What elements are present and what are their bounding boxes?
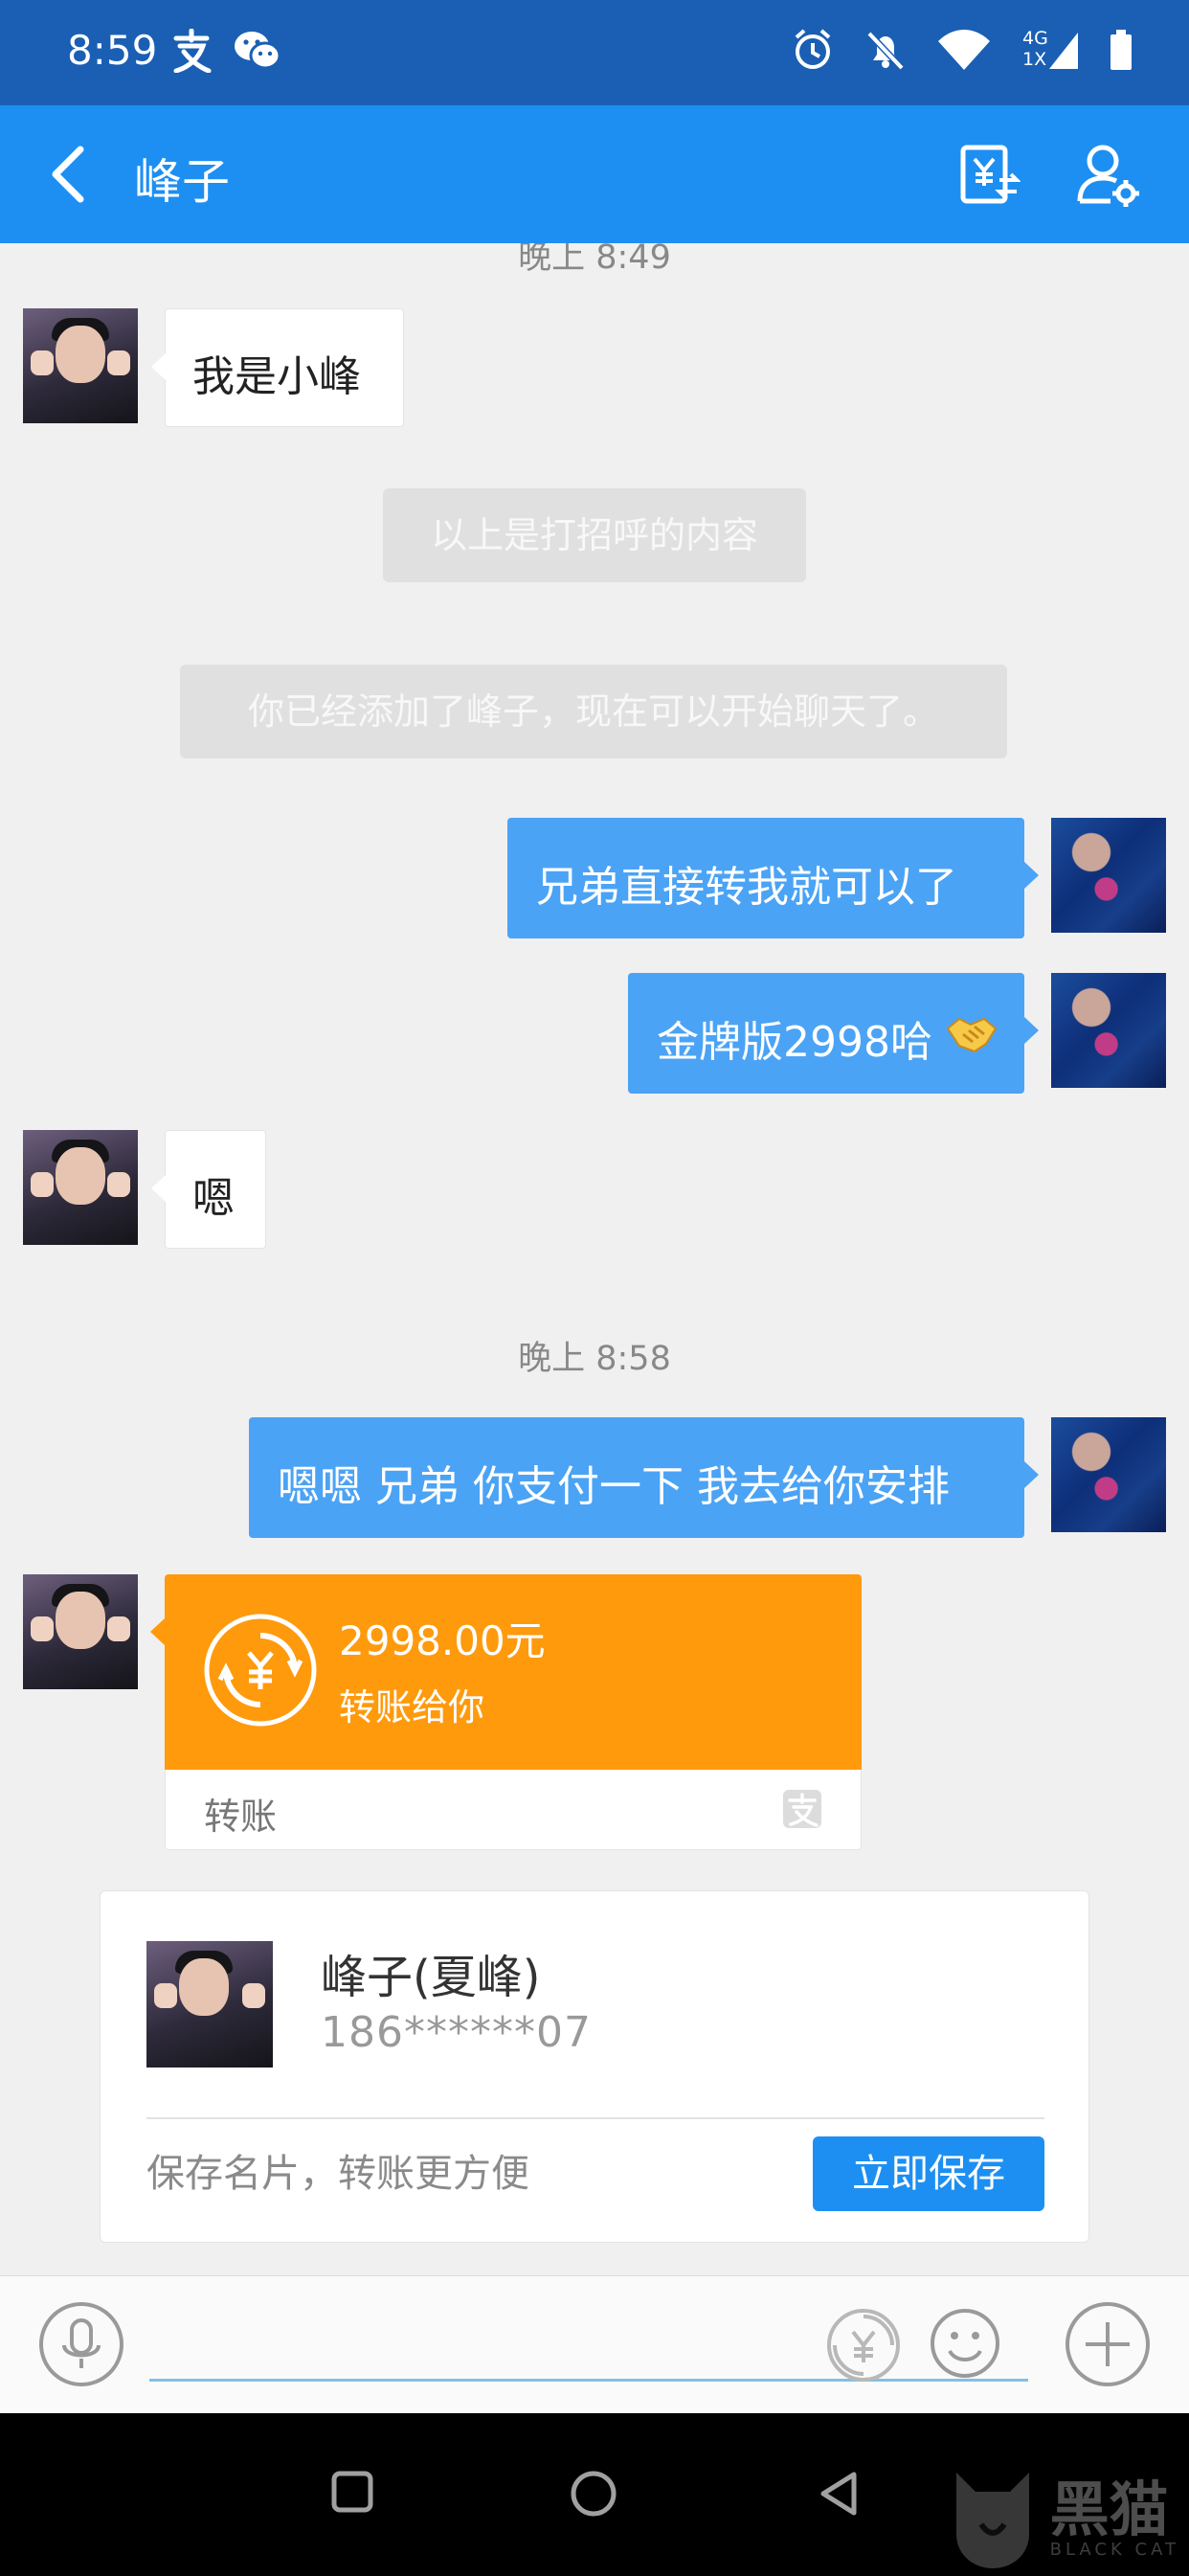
- emoji-icon[interactable]: [929, 2307, 1001, 2380]
- alarm-icon: [795, 29, 831, 69]
- status-right-icons: 4G 1X: [791, 25, 1133, 75]
- save-contact-button[interactable]: 立即保存: [813, 2136, 1044, 2211]
- black-cat-logo-icon: [955, 2473, 1029, 2568]
- contact-avatar[interactable]: [23, 1130, 138, 1245]
- plus-icon[interactable]: [1065, 2301, 1151, 2387]
- system-message: 以上是打招呼的内容: [383, 488, 806, 582]
- message-timestamp: 晚上 8:49: [518, 243, 671, 277]
- network-indicator: 4G 1X: [1021, 25, 1080, 75]
- home-icon[interactable]: [569, 2469, 618, 2519]
- transfer-bill-icon[interactable]: [957, 142, 1021, 207]
- network-type-top: 4G: [1022, 28, 1048, 49]
- message-timestamp: 晚上 8:58: [518, 1340, 671, 1378]
- signal-icon: [1049, 33, 1078, 69]
- contact-avatar[interactable]: [23, 1574, 138, 1689]
- recent-apps-icon[interactable]: [329, 2469, 375, 2515]
- message-text: 我是小峰: [192, 352, 361, 401]
- status-bar: 8:59 4G 1X: [0, 0, 1189, 105]
- bell-muted-icon: [866, 31, 905, 71]
- transfer-label: 转账: [204, 1796, 278, 1838]
- wechat-icon: [235, 32, 281, 70]
- status-app-icons: [170, 29, 281, 73]
- contact-settings-icon[interactable]: [1076, 142, 1141, 207]
- message-text: 嗯嗯 兄弟 你支付一下 我去给你安排: [278, 1462, 950, 1511]
- contact-card[interactable]: 峰子(夏峰) 186******07 保存名片，转账更方便 立即保存: [100, 1890, 1089, 2243]
- message-bubble-outgoing[interactable]: 嗯嗯 兄弟 你支付一下 我去给你安排: [249, 1417, 1039, 1538]
- contact-card-phone: 186******07: [321, 2008, 592, 2057]
- message-text: 兄弟直接转我就可以了: [536, 863, 957, 912]
- transfer-card-header: 2998.00元 转账给你: [165, 1574, 862, 1770]
- chat-area[interactable]: 晚上 8:49 我是小峰 以上是打招呼的内容 你已经添加了峰子，现在可以开始聊天…: [0, 243, 1189, 2275]
- contact-card-avatar: [146, 1941, 273, 2068]
- title-bar: 峰子: [0, 105, 1189, 243]
- transfer-card[interactable]: 2998.00元 转账给你 转账: [150, 1574, 862, 1850]
- alipay-icon: [173, 29, 212, 73]
- message-bubble-incoming[interactable]: 嗯: [151, 1130, 266, 1249]
- back-arrow-icon[interactable]: [42, 142, 96, 207]
- contact-avatar[interactable]: [23, 308, 138, 423]
- transfer-coin-icon: [204, 1614, 317, 1727]
- message-text: 金牌版2998哈: [657, 1018, 932, 1067]
- network-type-bottom: 1X: [1022, 49, 1047, 70]
- wifi-icon: [938, 30, 990, 70]
- my-avatar[interactable]: [1051, 1417, 1166, 1532]
- back-nav-icon[interactable]: [816, 2469, 862, 2519]
- message-bubble-outgoing[interactable]: 兄弟直接转我就可以了: [507, 818, 1039, 938]
- transfer-description: 转账给你: [339, 1686, 485, 1729]
- status-time: 8:59: [67, 27, 158, 74]
- alipay-icon: [783, 1790, 821, 1828]
- chat-title: 峰子: [134, 154, 230, 210]
- watermark: 黑猫 BLACK CAT: [947, 2467, 1179, 2572]
- message-bubble-incoming[interactable]: 我是小峰: [151, 308, 404, 427]
- battery-icon: [1110, 30, 1132, 70]
- watermark-text: 黑猫: [1049, 2474, 1169, 2544]
- my-avatar[interactable]: [1051, 973, 1166, 1088]
- handshake-emoji-icon: [946, 1017, 998, 1053]
- microphone-icon[interactable]: [38, 2301, 124, 2387]
- transfer-card-footer: 转账: [165, 1770, 862, 1850]
- red-packet-transfer-icon[interactable]: [825, 2307, 902, 2384]
- contact-card-tip: 保存名片，转账更方便: [146, 2152, 529, 2196]
- system-message: 你已经添加了峰子，现在可以开始聊天了。: [180, 665, 1007, 758]
- divider: [146, 2117, 1044, 2119]
- transfer-amount: 2998.00元: [339, 1617, 546, 1664]
- my-avatar[interactable]: [1051, 818, 1166, 933]
- contact-card-name: 峰子(夏峰): [321, 1951, 541, 2004]
- message-text: 嗯: [192, 1174, 235, 1223]
- watermark-subtext: BLACK CAT: [1049, 2539, 1179, 2560]
- message-bubble-outgoing[interactable]: 金牌版2998哈: [628, 973, 1039, 1094]
- input-bar: [0, 2275, 1189, 2413]
